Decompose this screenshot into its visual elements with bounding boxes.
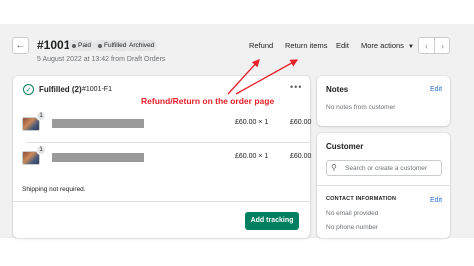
redacted-product-name (52, 119, 144, 128)
next-order-button[interactable]: › (435, 38, 450, 53)
previous-order-button[interactable]: ‹ (419, 38, 435, 53)
notes-title: Notes (326, 85, 349, 94)
customer-search-input[interactable]: ⚲ Search or create a customer (326, 160, 442, 176)
more-actions-label: More actions (361, 41, 404, 50)
badge-label: Paid (78, 42, 92, 49)
back-button[interactable]: ← (12, 37, 29, 54)
line-total: £60.00 (290, 119, 312, 126)
no-phone-text: No phone number (326, 224, 379, 231)
shipping-note: Shipping not required. (22, 186, 86, 193)
annotation-label: Refund/Return on the order page (141, 96, 275, 106)
notes-empty-text: No notes from customer (326, 104, 396, 111)
status-dot-icon (72, 43, 76, 48)
edit-contact-link[interactable]: Edit (430, 197, 442, 204)
line-item: 1 £60.00 × 1 £60.00 (13, 110, 312, 136)
search-icon: ⚲ (331, 163, 337, 172)
horizontal-dots-icon[interactable]: ••• (290, 82, 302, 92)
refund-button[interactable]: Refund (249, 41, 273, 50)
fulfillment-code: #1001-F1 (82, 86, 112, 93)
check-circle-icon: ✓ (23, 84, 34, 95)
order-pager: ‹ › (418, 37, 450, 54)
unit-price: £60.00 × 1 (235, 119, 269, 126)
notes-card: Notes Edit No notes from customer (317, 76, 450, 126)
badge-label: Archived (129, 42, 155, 49)
fulfillment-title: Fulfilled (2) (39, 85, 82, 94)
top-strip (0, 0, 474, 24)
customer-title: Customer (326, 142, 364, 151)
search-placeholder: Search or create a customer (345, 165, 428, 172)
redacted-product-name (52, 153, 144, 162)
order-page: ← #1001 Paid Fulfilled Archived 5 August… (0, 0, 474, 266)
quantity-badge: 1 (36, 145, 46, 155)
return-items-button[interactable]: Return items (285, 41, 328, 50)
no-email-text: No email provided (326, 210, 379, 217)
status-badge-archived: Archived (126, 40, 158, 51)
line-item: 1 £60.00 × 1 £60.00 (13, 144, 312, 170)
status-badge-fulfilled: Fulfilled (94, 40, 131, 51)
line-total: £60.00 (290, 153, 312, 160)
chevron-left-icon: ‹ (425, 40, 428, 51)
badge-label: Fulfilled (104, 42, 127, 49)
more-actions-button[interactable]: More actions ▼ (361, 41, 414, 50)
add-tracking-button[interactable]: Add tracking (245, 212, 299, 230)
status-badge-paid: Paid (68, 40, 96, 51)
customer-card: Customer ⚲ Search or create a customer C… (317, 133, 450, 238)
card-divider (13, 201, 310, 202)
edit-notes-link[interactable]: Edit (430, 86, 442, 93)
arrow-left-icon: ← (15, 40, 26, 51)
status-dot-icon (98, 43, 102, 48)
card-divider (317, 185, 450, 186)
page-title: #1001 (37, 38, 71, 52)
edit-order-button[interactable]: Edit (336, 41, 349, 50)
row-divider (26, 142, 310, 143)
contact-information-label: CONTACT INFORMATION (326, 196, 397, 202)
caret-down-icon: ▼ (408, 44, 414, 50)
quantity-badge: 1 (36, 111, 46, 121)
chevron-right-icon: › (441, 40, 444, 51)
unit-price: £60.00 × 1 (235, 153, 269, 160)
order-subtitle: 5 August 2022 at 13:42 from Draft Orders (37, 56, 166, 63)
